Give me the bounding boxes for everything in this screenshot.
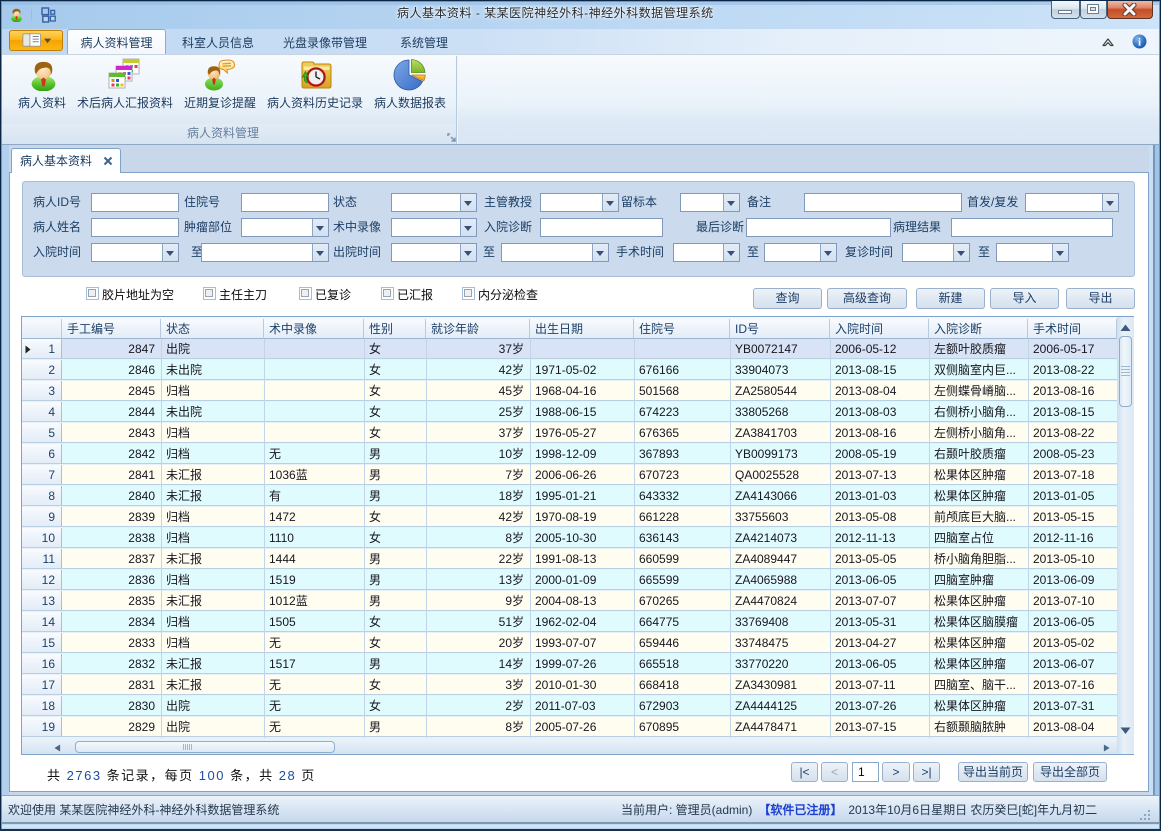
- svg-text:i: i: [1138, 37, 1141, 49]
